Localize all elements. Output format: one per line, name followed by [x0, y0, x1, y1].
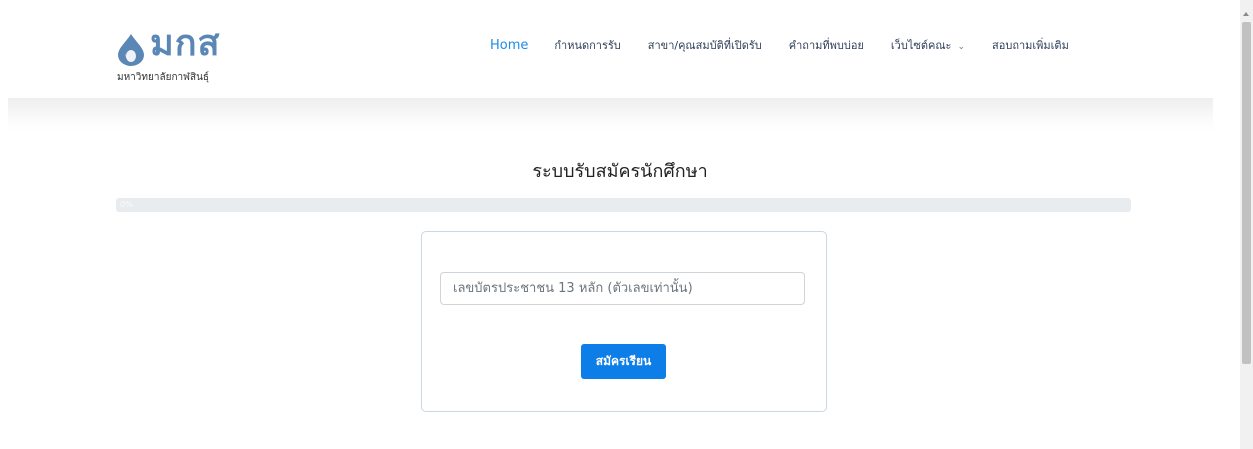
header-shadow	[8, 98, 1213, 132]
apply-button[interactable]: สมัครเรียน	[581, 344, 666, 379]
site-logo[interactable]: มกส มหาวิทยาลัยกาฬสินธุ์	[116, 20, 256, 92]
page-scrollbar[interactable]	[1240, 0, 1253, 449]
chevron-down-icon: ⌄	[957, 42, 966, 52]
site-header: มกส มหาวิทยาลัยกาฬสินธุ์ Home กำหนดการรั…	[0, 0, 1240, 100]
main-nav: Home กำหนดการรับ สาขา/คุณสมบัติที่เปิดรั…	[490, 36, 1096, 54]
logo-wordmark: มกส	[150, 23, 221, 64]
nav-faq[interactable]: คำถามที่พบบ่อย	[789, 36, 864, 54]
nav-home[interactable]: Home	[490, 38, 528, 53]
nav-majors[interactable]: สาขา/คุณสมบัติที่เปิดรับ	[648, 36, 762, 54]
nav-faculty-websites-label: เว็บไซต์คณะ	[890, 39, 952, 52]
logo-subtitle: มหาวิทยาลัยกาฬสินธุ์	[117, 72, 210, 83]
nav-faculty-websites[interactable]: เว็บไซต์คณะ ⌄	[891, 36, 965, 54]
progress-bar: 0%	[116, 198, 1131, 212]
application-card: สมัครเรียน	[421, 231, 827, 412]
water-drop-icon	[118, 34, 144, 66]
nav-schedule[interactable]: กำหนดการรับ	[554, 36, 620, 54]
page-title: ระบบรับสมัครนักศึกษา	[532, 161, 708, 182]
national-id-input[interactable]	[440, 272, 805, 305]
nav-contact[interactable]: สอบถามเพิ่มเติม	[992, 36, 1069, 54]
progress-label: 0%	[120, 200, 133, 209]
scroll-thumb[interactable]	[1242, 22, 1251, 364]
scroll-up-arrow-icon[interactable]	[1243, 12, 1249, 16]
